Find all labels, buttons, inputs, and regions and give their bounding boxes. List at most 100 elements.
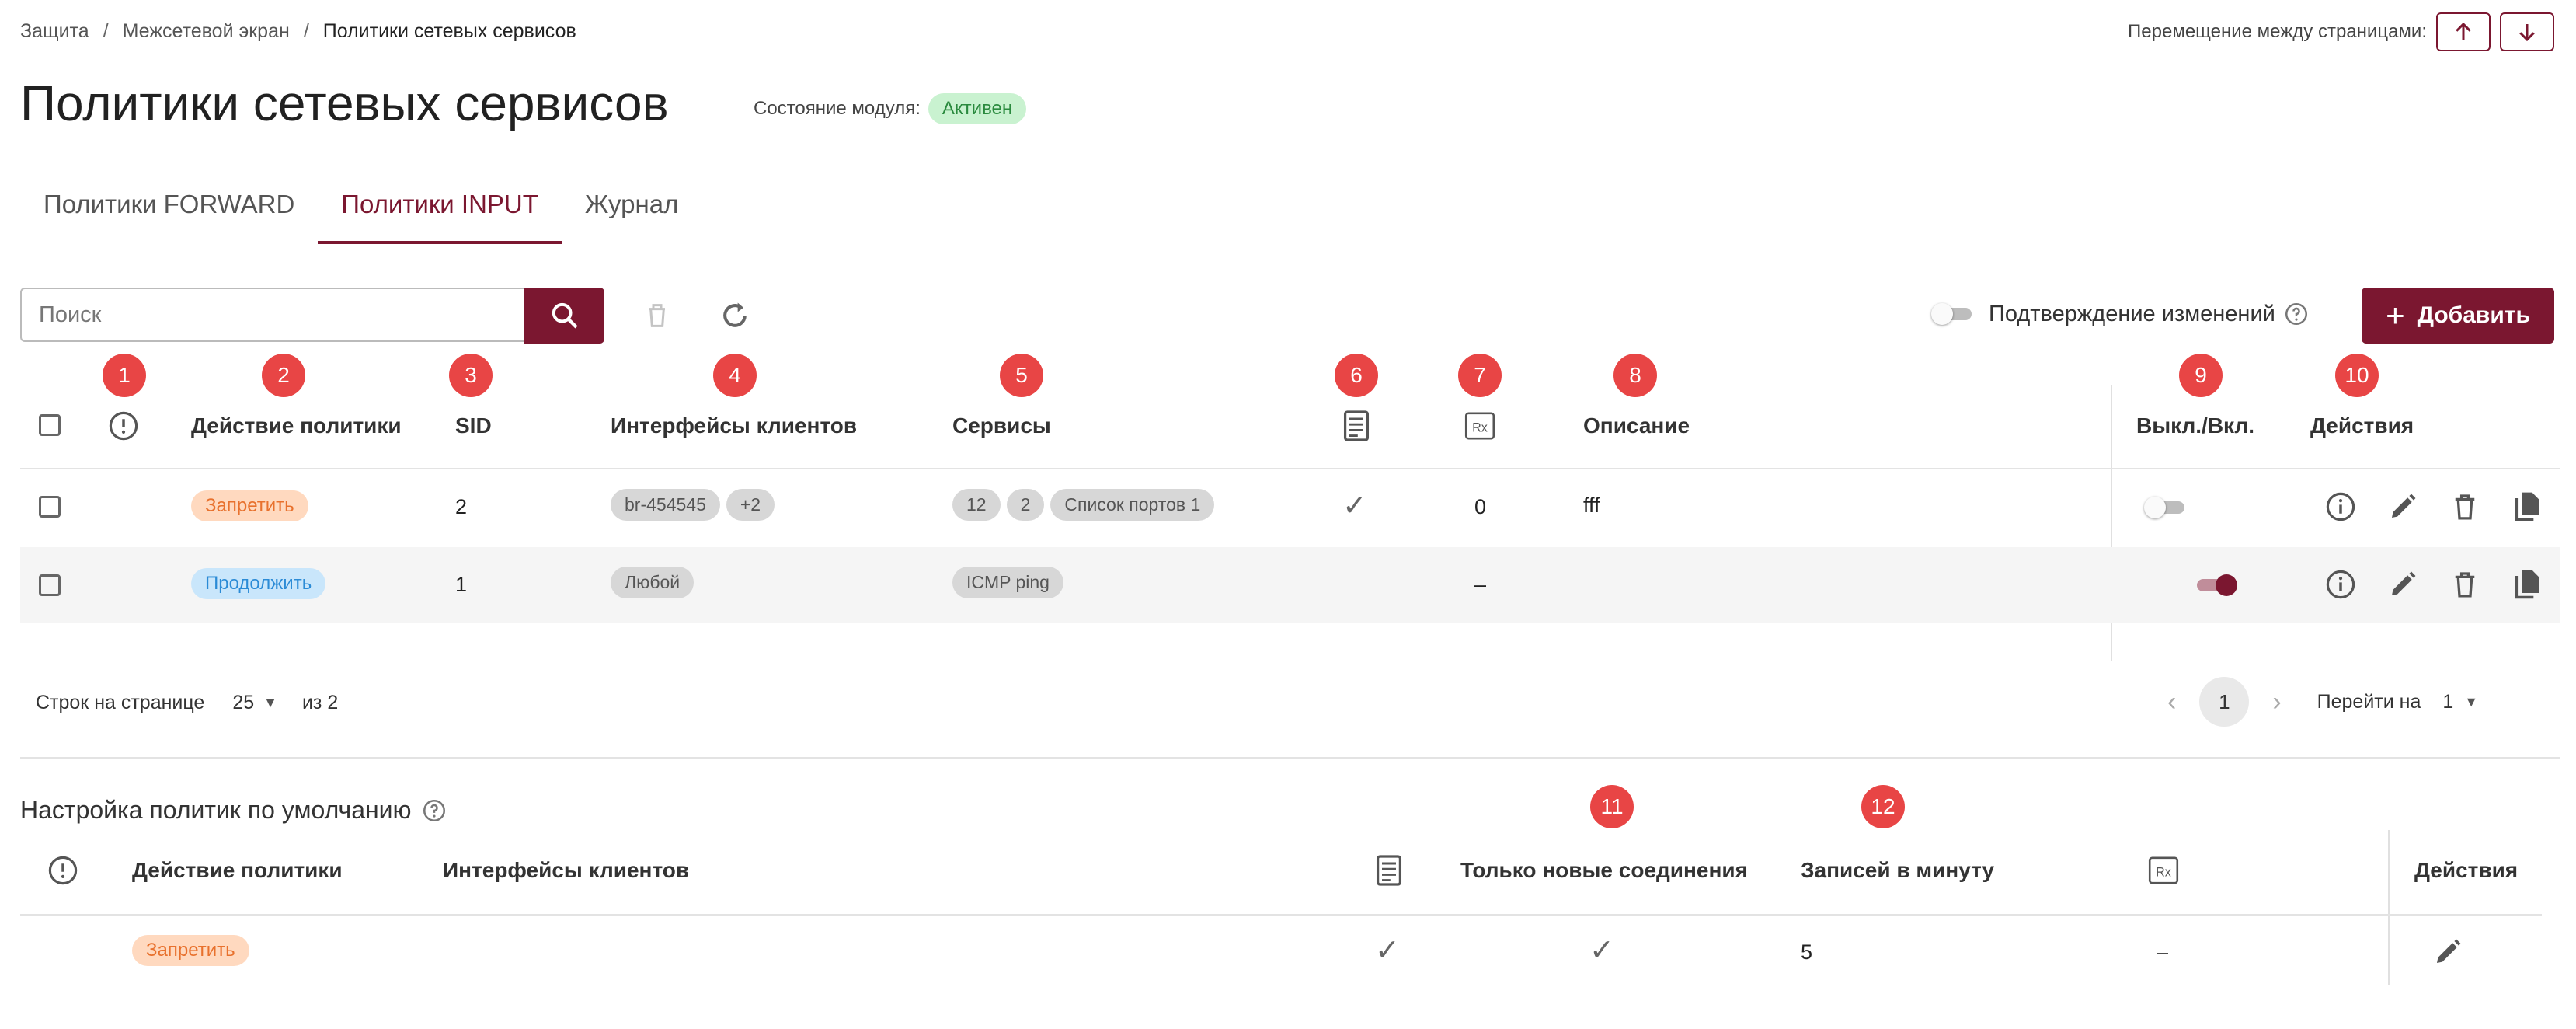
column-header-actions: Действия [2310,413,2414,438]
prev-page-icon[interactable]: ‹ [2167,687,2176,717]
rows-per-page-label: Строк на странице [36,692,205,713]
svg-text:Rx: Rx [2156,865,2171,879]
edit-icon[interactable] [2432,936,2464,968]
select-all-checkbox[interactable] [39,414,61,436]
breadcrumb: Защита / Межсетевой экран / Политики сет… [20,20,576,43]
service-chip: 2 [1006,489,1045,521]
page-down-button[interactable] [2500,12,2554,51]
add-button-label: Добавить [2417,302,2530,328]
annotation-marker: 4 [713,354,757,397]
next-page-icon[interactable]: › [2272,687,2281,717]
rows-per-page-value: 25 [232,692,255,713]
defaults-header-per-minute: Записей в минуту [1801,858,1995,882]
trash-icon[interactable] [2449,490,2481,523]
rows-per-page: Строк на странице 25 ▼ из 2 [36,692,338,714]
log-icon [1343,410,1370,441]
info-icon[interactable] [2324,490,2357,523]
page-button-current[interactable]: 1 [2199,677,2250,727]
tab-forward[interactable]: Политики FORWARD [20,185,318,244]
caret-down-icon: ▼ [263,695,277,710]
rows-per-page-select[interactable]: 25 ▼ [232,692,277,714]
column-header-sid[interactable]: SID [455,413,492,438]
tab-journal[interactable]: Журнал [562,185,701,244]
annotation-marker: 9 [2179,354,2223,397]
confirm-changes-toggle[interactable] [1931,297,1976,331]
defaults-title-text: Настройка политик по умолчанию [20,796,412,824]
refresh-icon [723,302,747,327]
total-count: из 2 [301,692,339,713]
page-navigation: Перемещение между страницами: [2128,12,2554,51]
page-navigation-label: Перемещение между страницами: [2128,21,2427,42]
rx-cell: – [2157,940,2169,964]
breadcrumb-item-protection[interactable]: Защита [20,20,89,43]
tab-input[interactable]: Политики INPUT [318,185,562,244]
search-button[interactable] [524,288,604,344]
column-header-description[interactable]: Описание [1583,413,1690,438]
interface-chip: br-454545 [611,489,720,521]
edit-icon[interactable] [2386,568,2419,601]
edit-icon[interactable] [2386,490,2419,523]
search-icon [552,302,578,329]
service-chip: ICMP ping [952,567,1063,598]
goto-label: Перейти на [2317,690,2421,713]
delete-selected-button[interactable] [642,298,673,333]
search-input[interactable]: Поиск [20,288,525,342]
interfaces-cell: Любой [611,567,700,598]
log-check-icon: ✓ [1375,934,1400,967]
caret-down-icon: ▼ [2464,693,2479,710]
breadcrumb-item-firewall[interactable]: Межсетевой экран [123,20,290,43]
table-row[interactable] [20,547,2560,623]
annotation-marker: 11 [1590,785,1634,828]
defaults-header-actions: Действия [2414,858,2519,882]
description-cell: fff [1583,494,1600,517]
enable-toggle[interactable] [2192,568,2238,602]
service-chip: 12 [952,489,1001,521]
action-badge: Продолжить [191,568,326,599]
help-icon[interactable] [421,797,447,824]
interface-more-chip[interactable]: +2 [726,489,775,521]
column-divider [2388,830,2390,985]
defaults-header-action: Действие политики [132,858,343,882]
action-badge: Запретить [191,490,308,521]
goto-select[interactable]: 1 ▼ [2442,691,2478,713]
row-checkbox[interactable] [39,574,61,596]
section-divider [20,757,2560,759]
annotation-marker: 10 [2335,354,2379,397]
copy-icon[interactable] [2511,567,2545,602]
breadcrumb-separator: / [303,20,309,42]
info-icon[interactable] [2324,568,2357,601]
trash-icon [649,304,665,327]
interfaces-cell: br-454545 +2 [611,489,781,521]
breadcrumb-item-current: Политики сетевых сервисов [322,20,576,42]
defaults-header-interfaces: Интерфейсы клиентов [443,858,690,882]
new-only-check-icon: ✓ [1589,934,1614,967]
arrow-up-icon [2456,22,2471,40]
annotation-marker: 6 [1335,354,1378,397]
annotation-marker: 2 [262,354,305,397]
trash-icon[interactable] [2449,568,2481,601]
help-icon[interactable] [2283,301,2310,327]
column-header-interfaces[interactable]: Интерфейсы клиентов [611,413,857,438]
defaults-header-new-only: Только новые соединения [1460,858,1748,882]
refresh-button[interactable] [718,298,752,333]
status-badge: Активен [928,93,1027,124]
confirm-changes: Подтверждение изменений [1931,297,2310,331]
enable-toggle[interactable] [2144,490,2189,525]
plus-icon: + [2386,297,2405,333]
log-icon [1376,855,1402,886]
column-header-toggle: Выкл./Вкл. [2136,413,2254,438]
pagination: ‹ 1 › Перейти на 1 ▼ [2167,677,2478,727]
arrow-down-icon [2519,24,2535,42]
column-header-services[interactable]: Сервисы [952,413,1051,438]
rx-cell: 0 [1474,495,1487,518]
copy-icon[interactable] [2511,489,2545,525]
column-header-action[interactable]: Действие политики [191,413,402,438]
annotation-marker: 3 [449,354,493,397]
rate-limit-icon: Rx [1464,412,1495,440]
add-button[interactable]: + Добавить [2362,288,2554,344]
goto-value: 1 [2442,690,2454,713]
annotation-marker: 8 [1613,354,1657,397]
row-checkbox[interactable] [39,496,61,518]
action-badge: Запретить [132,935,249,966]
page-up-button[interactable] [2436,12,2491,51]
